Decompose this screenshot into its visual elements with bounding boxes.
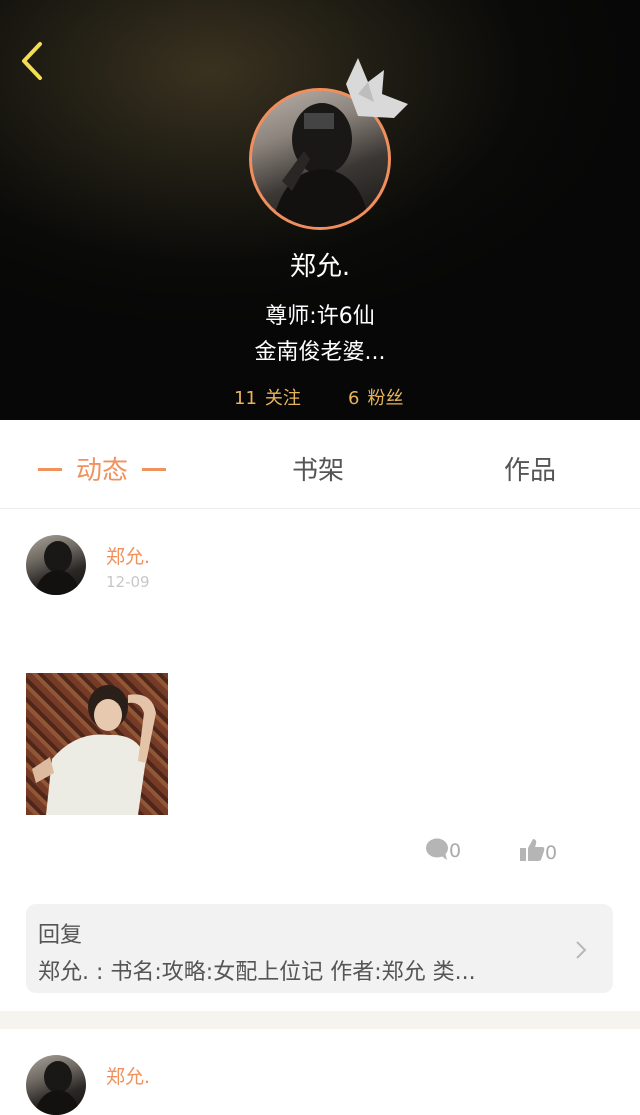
following-count: 11 — [234, 388, 257, 409]
post-avatar[interactable] — [26, 1055, 86, 1115]
tab-active-indicator-left — [38, 468, 62, 471]
reply-preview[interactable]: 回复 郑允. : 书名:攻略:女配上位记 作者:郑允 类... — [26, 904, 613, 993]
reply-label: 回复 — [38, 923, 83, 948]
tab-bookshelf[interactable]: 书架 — [292, 450, 344, 487]
post-avatar-photo — [34, 1061, 80, 1115]
back-icon — [22, 42, 42, 80]
fans-count: 6 — [348, 388, 360, 409]
post-author-name[interactable]: 郑允. — [106, 1062, 150, 1089]
post-image[interactable] — [26, 673, 168, 815]
fans-label: 粉丝 — [367, 388, 404, 409]
tab-bookshelf-label: 书架 — [292, 456, 345, 486]
crown-icon — [346, 58, 408, 118]
like-button[interactable]: 0 — [519, 838, 557, 864]
tab-works-label: 作品 — [504, 456, 557, 486]
profile-bio-line-1: 尊师:许6仙 — [265, 304, 375, 329]
comment-icon — [426, 838, 448, 860]
tab-active-indicator-right — [142, 468, 167, 471]
profile-tabs: 动态 书架 作品 — [0, 420, 640, 509]
tab-activity-label: 动态 — [76, 456, 129, 486]
following-stat[interactable]: 11 关注 — [234, 384, 301, 410]
reply-text: 郑允. : 书名:攻略:女配上位记 作者:郑允 类... — [38, 960, 476, 985]
post-author-name[interactable]: 郑允. — [106, 542, 150, 569]
back-button[interactable] — [14, 38, 54, 84]
post-date: 12-09 — [106, 573, 150, 591]
profile-header: 郑允. 尊师:许6仙 金南俊老婆... 11 关注 6 粉丝 — [0, 0, 640, 420]
profile-bio-line-2: 金南俊老婆... — [254, 340, 386, 365]
comment-count: 0 — [449, 840, 462, 862]
tab-works[interactable]: 作品 — [504, 450, 556, 487]
post-avatar-photo — [34, 541, 80, 595]
fans-stat[interactable]: 6 粉丝 — [348, 384, 403, 410]
post-avatar[interactable] — [26, 535, 86, 595]
post-photo — [26, 673, 168, 815]
profile-username: 郑允. — [289, 252, 351, 282]
thumbs-up-icon — [520, 839, 545, 861]
comment-button[interactable]: 0 — [425, 838, 461, 862]
post-separator — [0, 1011, 640, 1029]
following-label: 关注 — [264, 388, 301, 409]
tab-activity[interactable]: 动态 — [38, 450, 167, 487]
chevron-right-icon — [576, 941, 587, 959]
like-count: 0 — [545, 842, 558, 864]
